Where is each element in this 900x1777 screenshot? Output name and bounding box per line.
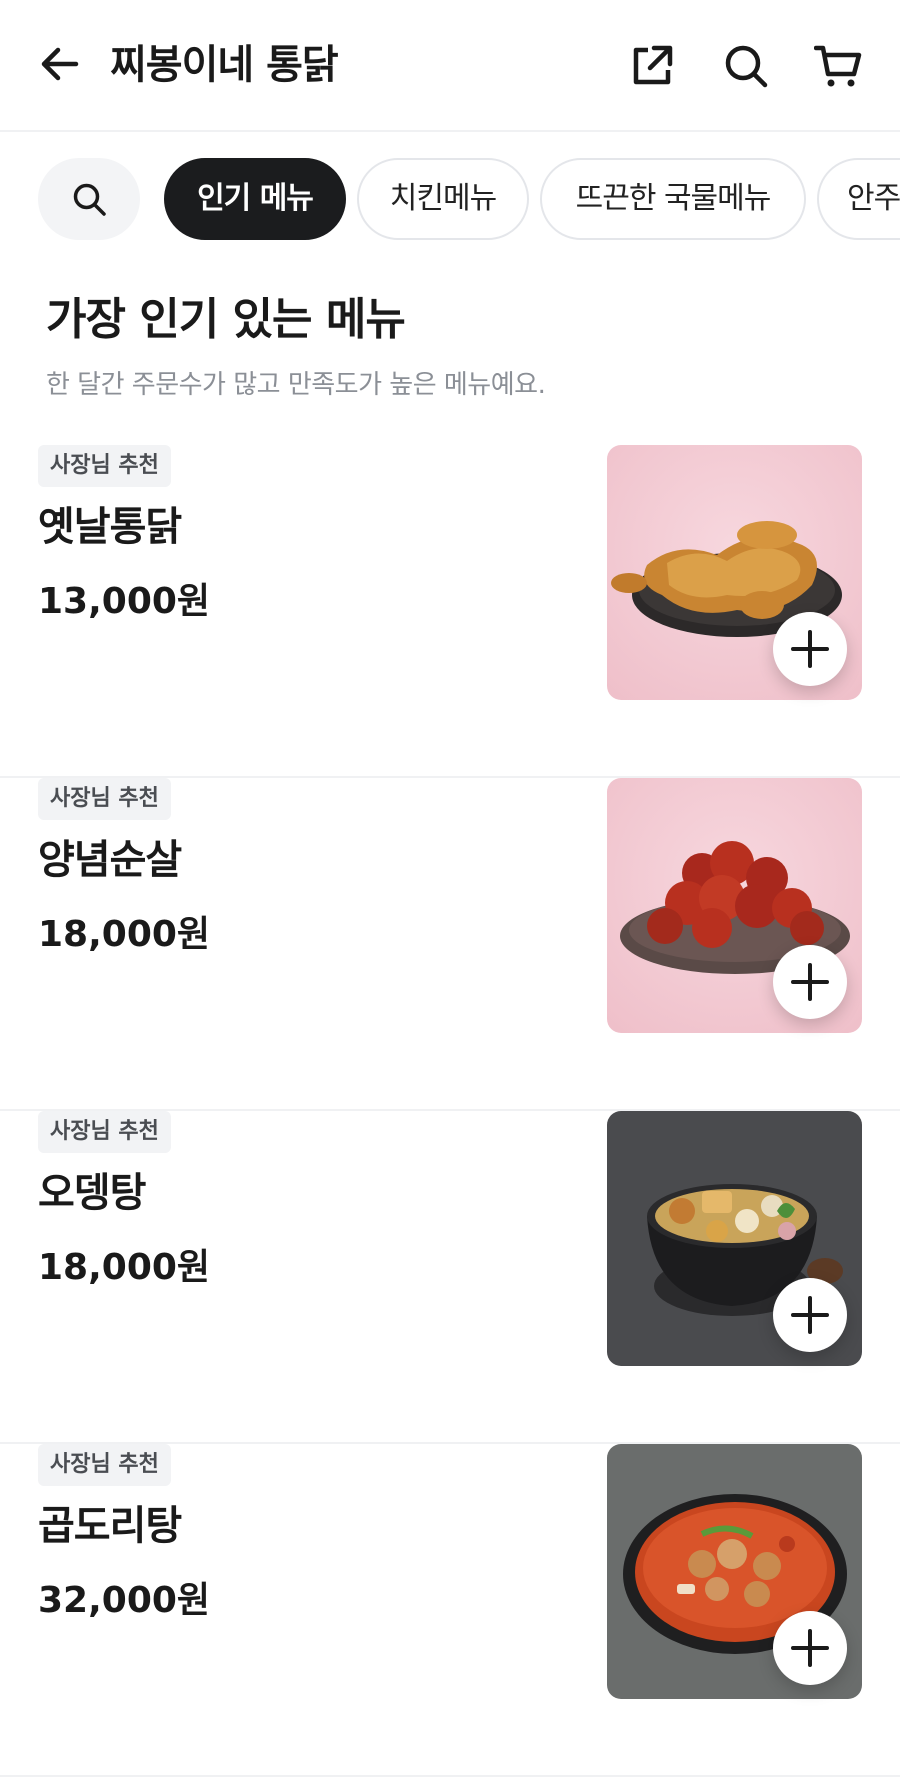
recommend-badge: 사장님 추천 [38, 778, 171, 820]
section-description: 한 달간 주문수가 많고 만족도가 높은 메뉴예요. [46, 370, 546, 400]
add-to-cart-button[interactable] [773, 945, 847, 1019]
back-button[interactable] [38, 42, 82, 86]
cart-button[interactable] [813, 42, 862, 90]
menu-item[interactable]: 사장님 추천 옛날통닭 13,000원 [0, 445, 900, 778]
cart-icon [813, 45, 862, 87]
menu-item-price: 18,000원 [38, 914, 211, 955]
menu-item-price: 18,000원 [38, 1247, 211, 1288]
add-to-cart-button[interactable] [773, 1611, 847, 1685]
menu-item[interactable]: 사장님 추천 양념순살 18,000원 [0, 778, 900, 1111]
store-title: 찌봉이네 통닭 [110, 42, 339, 88]
menu-item[interactable]: 사장님 추천 곱도리탕 32,000원 [0, 1444, 900, 1777]
section-title: 가장 인기 있는 메뉴 [46, 294, 406, 345]
menu-item[interactable]: 사장님 추천 오뎅탕 18,000원 [0, 1111, 900, 1444]
menu-item-name: 오뎅탕 [38, 1170, 146, 1216]
recommend-badge: 사장님 추천 [38, 445, 171, 487]
add-to-cart-button[interactable] [773, 1278, 847, 1352]
share-icon [633, 45, 673, 85]
add-to-cart-button[interactable] [773, 612, 847, 686]
chip-soup-menu[interactable]: 뜨끈한 국물메뉴 [540, 158, 806, 240]
chip-side-menu[interactable]: 안주 [817, 158, 900, 240]
menu-item-price: 32,000원 [38, 1580, 211, 1621]
plus-icon [791, 630, 829, 668]
share-button[interactable] [628, 42, 676, 90]
plus-icon [791, 1629, 829, 1667]
menu-item-name: 옛날통닭 [38, 504, 182, 550]
chip-popular-menu[interactable]: 인기 메뉴 [164, 158, 346, 240]
arrow-left-icon [41, 47, 79, 81]
search-button[interactable] [722, 42, 770, 90]
menu-item-name: 양념순살 [38, 837, 182, 883]
plus-icon [791, 1296, 829, 1334]
menu-item-name: 곱도리탕 [38, 1503, 182, 1549]
chip-chicken-menu[interactable]: 치킨메뉴 [357, 158, 529, 240]
top-bar: 찌봉이네 통닭 [0, 0, 900, 132]
category-search-button[interactable] [38, 158, 140, 240]
recommend-badge: 사장님 추천 [38, 1444, 171, 1486]
recommend-badge: 사장님 추천 [38, 1111, 171, 1153]
category-chip-bar: 인기 메뉴 치킨메뉴 뜨끈한 국물메뉴 안주 [0, 156, 900, 242]
search-icon [73, 183, 106, 216]
menu-item-price: 13,000원 [38, 581, 211, 622]
search-icon [725, 45, 768, 88]
plus-icon [791, 963, 829, 1001]
